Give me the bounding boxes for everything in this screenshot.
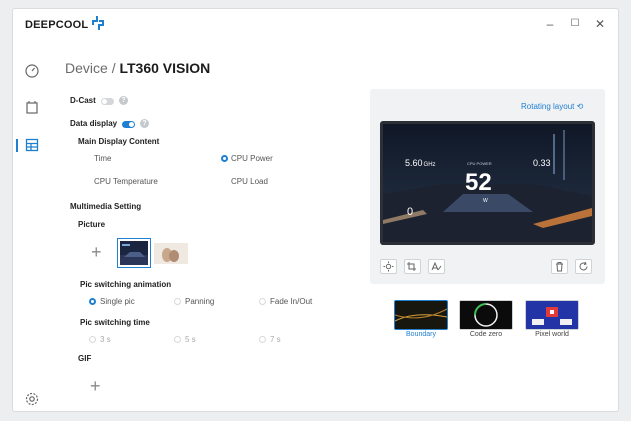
single-pic-radio[interactable] — [89, 298, 96, 305]
option-fade[interactable]: Fade In/Out — [270, 297, 312, 306]
theme-label-boundary: Boundary — [406, 331, 436, 338]
delete-button[interactable] — [551, 259, 568, 274]
time-3s-radio[interactable] — [89, 336, 96, 343]
boundary-theme-graphic — [395, 301, 447, 329]
picture-thumbnail-selected[interactable] — [117, 238, 151, 268]
pic-switching-animation-label: Pic switching animation — [80, 280, 172, 289]
option-cpu-temperature[interactable]: CPU Temperature — [94, 177, 158, 186]
main-display-content-label: Main Display Content — [78, 137, 160, 146]
lcd-center-unit: W — [483, 198, 488, 204]
add-gif-plus-icon[interactable]: + — [90, 377, 101, 395]
picture-label: Picture — [78, 220, 106, 229]
fade-radio[interactable] — [259, 298, 266, 305]
theme-thumbnail-boundary — [394, 300, 448, 330]
option-time-7s[interactable]: 7 s — [270, 335, 281, 344]
theme-card-pixel-world[interactable]: Pixel world — [525, 300, 579, 338]
brand-logo-icon — [92, 16, 104, 30]
device-icon[interactable] — [24, 100, 40, 116]
crop-button[interactable] — [404, 259, 421, 274]
text-edit-icon — [431, 261, 442, 271]
picture-thumbnail[interactable] — [154, 243, 188, 264]
dashboard-icon[interactable] — [24, 63, 40, 79]
nav-active-indicator — [16, 139, 18, 152]
theme-card-boundary[interactable]: Boundary — [394, 300, 448, 338]
data-display-label: Data display — [70, 119, 118, 128]
time-7s-radio[interactable] — [259, 336, 266, 343]
breadcrumb: Device / LT360 VISION — [65, 60, 210, 76]
close-button[interactable]: ✕ — [591, 16, 609, 32]
dcast-help-icon[interactable]: ? — [119, 96, 128, 105]
dcast-label: D-Cast — [70, 96, 96, 105]
breadcrumb-device: LT360 VISION — [119, 60, 211, 76]
rotating-layout-label: Rotating layout — [521, 102, 575, 111]
refresh-icon — [579, 261, 588, 271]
breadcrumb-section[interactable]: Device — [65, 60, 108, 76]
lcd-center-label: CPU POWER — [467, 161, 492, 166]
option-cpu-power[interactable]: CPU Power — [231, 154, 273, 163]
theme-label-pixel-world: Pixel world — [535, 331, 569, 338]
brand-logo-text: DEEPCOOL — [25, 19, 89, 31]
data-display-help-icon[interactable]: ? — [140, 119, 149, 128]
trash-icon — [556, 262, 563, 272]
data-display-toggle[interactable] — [122, 121, 135, 128]
theme-label-code-zero: Code zero — [469, 331, 503, 338]
multimedia-setting-label: Multimedia Setting — [70, 202, 142, 211]
rotate-icon: ⟲ — [576, 102, 584, 111]
lcd-left-value: 5.60GHz — [405, 158, 436, 168]
app-window: DEEPCOOL – ☐ ✕ Device / LT360 VISION D-C… — [12, 8, 619, 412]
option-panning[interactable]: Panning — [185, 297, 214, 306]
theme-card-code-zero[interactable]: Code zero — [459, 300, 513, 338]
panning-radio[interactable] — [174, 298, 181, 305]
picture-thumbnail-image — [154, 243, 188, 264]
lcd-bottom-left-value: 0 — [407, 206, 414, 218]
rotating-layout-button[interactable]: Rotating layout ⟲ — [521, 102, 583, 111]
option-cpu-load[interactable]: CPU Load — [231, 177, 268, 186]
maximize-button[interactable]: ☐ — [566, 16, 584, 32]
option-single-pic[interactable]: Single pic — [100, 297, 135, 306]
cpu-power-radio[interactable] — [221, 155, 228, 162]
gif-label: GIF — [78, 354, 92, 363]
text-edit-button[interactable] — [428, 259, 445, 274]
layout-icon[interactable] — [24, 137, 40, 153]
lcd-center-value: 52 — [465, 169, 492, 196]
code-zero-theme-graphic — [460, 301, 512, 329]
option-time-3s[interactable]: 3 s — [100, 335, 111, 344]
reset-button[interactable] — [575, 259, 592, 274]
lcd-preview-screen: 5.60GHz CPU POWER 52 W 0.33 0 — [380, 121, 595, 245]
brightness-icon — [383, 261, 394, 272]
brightness-button[interactable] — [380, 259, 397, 274]
dcast-toggle[interactable] — [101, 98, 114, 105]
add-picture-plus-icon[interactable]: + — [91, 243, 102, 261]
settings-gear-icon[interactable] — [24, 391, 40, 407]
time-5s-radio[interactable] — [174, 336, 181, 343]
lcd-right-value: 0.33 — [533, 158, 551, 168]
option-time[interactable]: Time — [94, 154, 111, 163]
crop-icon — [407, 262, 416, 271]
picture-thumbnail-image — [120, 241, 148, 265]
theme-thumbnail-pixel-world — [525, 300, 579, 330]
theme-thumbnail-code-zero — [459, 300, 513, 330]
minimize-button[interactable]: – — [541, 16, 559, 32]
pic-switching-time-label: Pic switching time — [80, 318, 150, 327]
option-time-5s[interactable]: 5 s — [185, 335, 196, 344]
breadcrumb-separator: / — [111, 60, 116, 76]
pixel-world-theme-graphic — [526, 301, 578, 329]
